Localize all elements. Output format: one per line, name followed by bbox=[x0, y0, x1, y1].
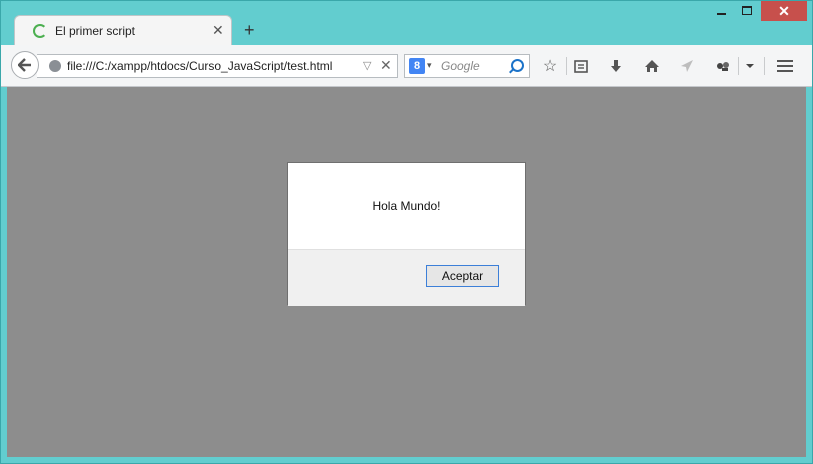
alert-message: Hola Mundo! bbox=[372, 199, 441, 213]
minimize-icon bbox=[716, 12, 726, 15]
url-history-dropdown-icon[interactable]: ▽ bbox=[363, 59, 371, 72]
ok-button[interactable]: Aceptar bbox=[426, 265, 499, 287]
extension-dropdown-icon[interactable] bbox=[738, 54, 762, 78]
close-tab-icon[interactable]: ✕ bbox=[212, 22, 224, 39]
maximize-button[interactable] bbox=[734, 0, 760, 21]
extension-icon[interactable] bbox=[711, 54, 735, 78]
close-icon: ✕ bbox=[778, 2, 790, 19]
back-arrow-icon bbox=[18, 58, 31, 72]
bookmarks-list-icon[interactable] bbox=[569, 54, 593, 78]
globe-icon bbox=[49, 60, 61, 72]
toolbar-divider bbox=[566, 57, 567, 75]
url-text[interactable]: file:///C:/xampp/htdocs/Curso_JavaScript… bbox=[67, 59, 332, 73]
minimize-button[interactable] bbox=[708, 0, 734, 21]
navigation-toolbar: file:///C:/xampp/htdocs/Curso_JavaScript… bbox=[1, 45, 812, 87]
hamburger-menu-icon bbox=[777, 65, 793, 67]
close-window-button[interactable]: ✕ bbox=[761, 0, 807, 21]
maximize-icon bbox=[742, 6, 752, 15]
toolbar-divider bbox=[764, 57, 765, 75]
bookmark-star-icon[interactable]: ☆ bbox=[538, 54, 562, 78]
address-bar[interactable]: file:///C:/xampp/htdocs/Curso_JavaScript… bbox=[37, 54, 398, 78]
loading-spinner-icon bbox=[33, 24, 47, 38]
search-input[interactable]: Google bbox=[441, 59, 511, 73]
home-icon[interactable] bbox=[640, 54, 664, 78]
dialog-footer: Aceptar bbox=[288, 249, 525, 306]
stop-icon[interactable]: ✕ bbox=[380, 57, 392, 74]
search-engine-dropdown-icon[interactable]: ▾ bbox=[427, 60, 432, 71]
tab-title: El primer script bbox=[55, 24, 136, 38]
alert-dialog: Hola Mundo! Aceptar bbox=[287, 162, 526, 306]
new-tab-button[interactable]: + bbox=[244, 20, 255, 41]
google-logo-icon[interactable]: 8 bbox=[409, 58, 425, 74]
download-icon[interactable] bbox=[604, 54, 628, 78]
browser-tab[interactable]: El primer script ✕ bbox=[14, 15, 232, 45]
menu-button[interactable] bbox=[773, 54, 797, 78]
search-icon[interactable] bbox=[511, 59, 524, 72]
back-button[interactable] bbox=[11, 51, 39, 79]
search-bar[interactable]: 8 ▾ Google bbox=[404, 54, 530, 78]
send-icon[interactable] bbox=[675, 54, 699, 78]
